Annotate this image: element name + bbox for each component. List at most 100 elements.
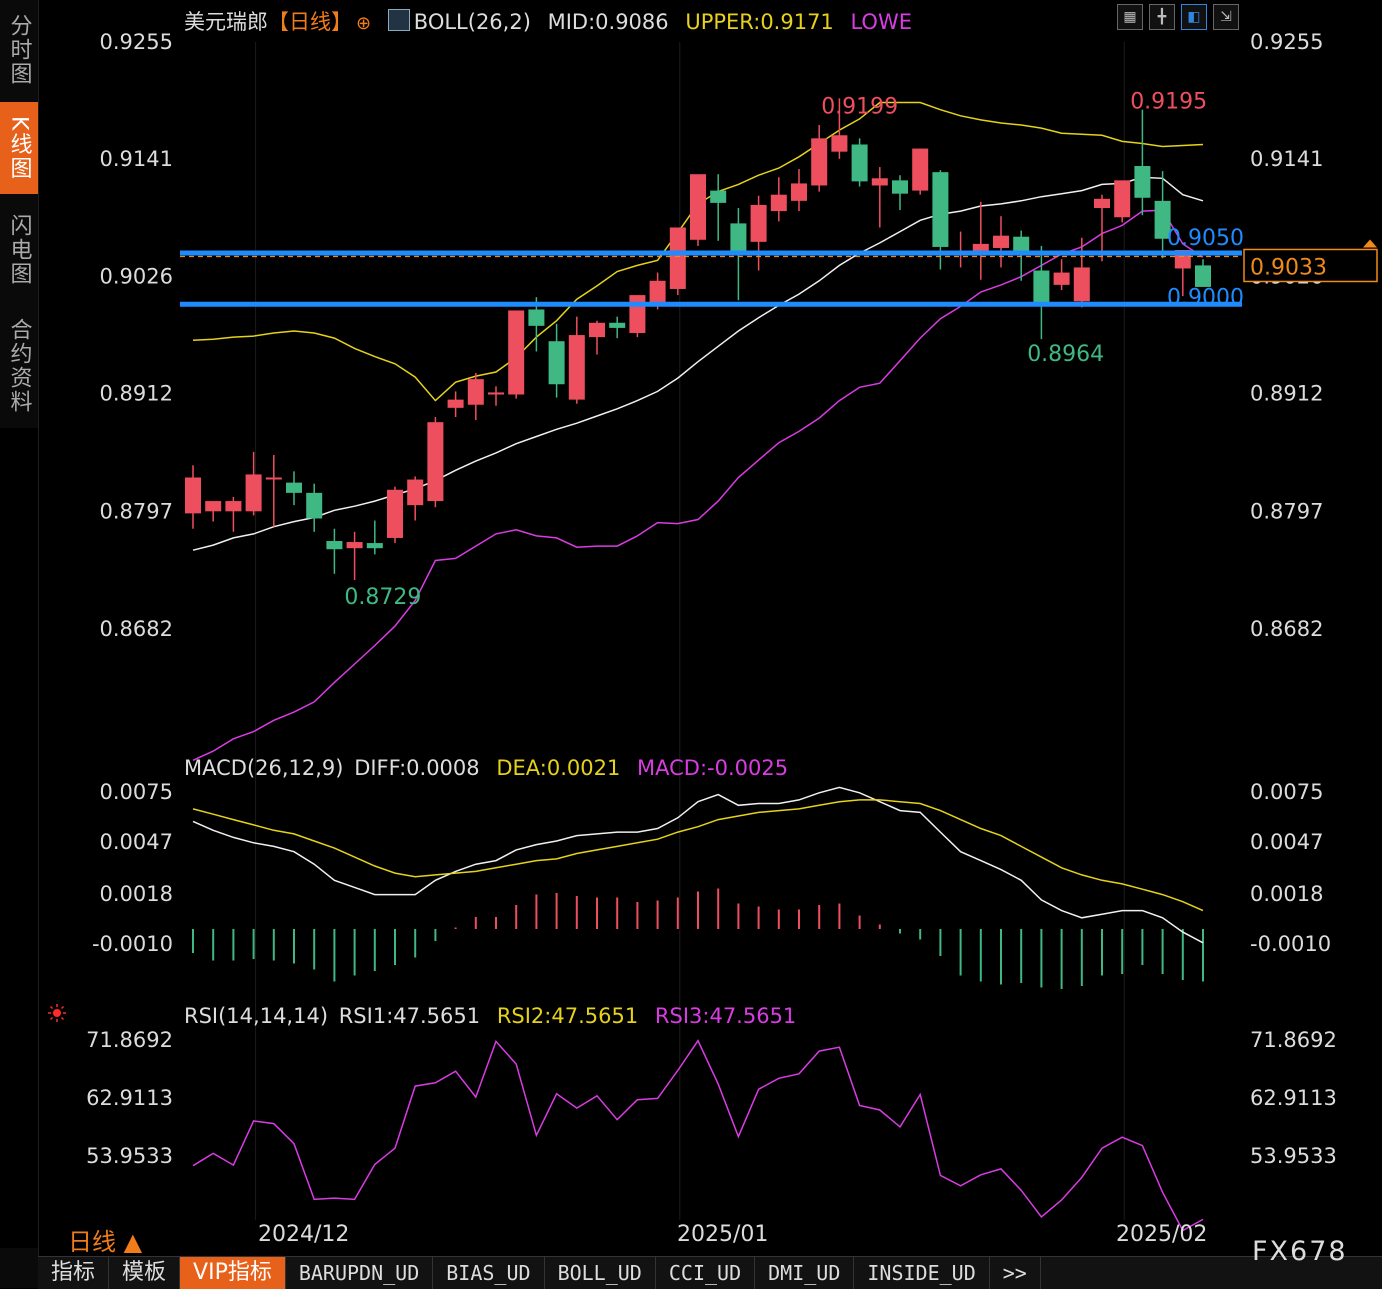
candle-body bbox=[730, 223, 747, 252]
candle-25 bbox=[690, 174, 706, 246]
candle-body bbox=[589, 322, 605, 338]
candle-body bbox=[811, 138, 828, 186]
resistance-line-label: 0.9050 bbox=[1167, 226, 1244, 251]
candle-body bbox=[366, 543, 383, 549]
low-label-1: 0.8729 bbox=[344, 585, 421, 610]
candle-body bbox=[447, 399, 464, 408]
candle-body bbox=[548, 341, 565, 385]
tab-cci[interactable]: CCI_UD bbox=[656, 1257, 756, 1289]
candle-12 bbox=[427, 417, 444, 508]
price-legend: 美元瑞郎【日线】 ⊕ BOLL(26,2) MID:0.9086 UPPER:0.… bbox=[184, 6, 922, 36]
boll-mid: MID:0.9086 bbox=[547, 10, 669, 34]
candle-18 bbox=[548, 323, 565, 398]
price-tick-right-1: 0.9141 bbox=[1250, 147, 1323, 171]
candle-28 bbox=[750, 195, 767, 271]
price-tick-right-3: 0.8912 bbox=[1250, 381, 1323, 405]
candle-body bbox=[831, 135, 848, 152]
candle-body bbox=[488, 392, 504, 395]
x-label-jan: 2025/01 bbox=[677, 1222, 768, 1247]
macd-diff: DIFF:0.0008 bbox=[354, 756, 480, 780]
macd-tick-right-2: 0.0018 bbox=[1250, 882, 1323, 906]
candle-30 bbox=[791, 169, 807, 212]
price-tick-left-1: 0.9141 bbox=[100, 147, 173, 171]
candle-body bbox=[326, 541, 343, 550]
chart-toolbar: ▦ ╋ ◧ ⇲ bbox=[1117, 4, 1239, 30]
candle-14 bbox=[467, 372, 484, 421]
tab-bias[interactable]: BIAS_UD bbox=[433, 1257, 545, 1289]
candle-0 bbox=[185, 465, 201, 529]
candle-body bbox=[346, 542, 363, 549]
tab-templates[interactable]: 模板 bbox=[109, 1257, 181, 1289]
candle-body bbox=[1134, 166, 1151, 198]
boll-indicator-icon[interactable] bbox=[387, 9, 410, 31]
price-tick-left-2: 0.9026 bbox=[100, 265, 173, 289]
candle-7 bbox=[326, 528, 343, 574]
tab-dmi[interactable]: DMI_UD bbox=[755, 1257, 855, 1289]
candle-22 bbox=[629, 295, 646, 338]
candle-38 bbox=[952, 231, 969, 268]
candle-body bbox=[871, 178, 888, 186]
candle-body bbox=[1053, 272, 1070, 285]
tab-barupdn[interactable]: BARUPDN_UD bbox=[286, 1257, 434, 1289]
candle-24 bbox=[669, 227, 686, 296]
candle-body bbox=[528, 309, 545, 326]
candle-body bbox=[306, 492, 323, 519]
rsi3-value: RSI3:47.5651 bbox=[654, 1004, 797, 1028]
candle-body bbox=[1013, 236, 1030, 252]
price-tick-left-0: 0.9255 bbox=[100, 30, 173, 54]
x-label-dec: 2024/12 bbox=[258, 1222, 349, 1247]
grid-icon[interactable]: ▦ bbox=[1117, 4, 1143, 30]
price-tick-left-3: 0.8912 bbox=[100, 381, 173, 405]
price-tick-right-5: 0.8682 bbox=[1250, 617, 1323, 641]
candle-43 bbox=[1053, 259, 1070, 290]
period-tag: 【日线】 bbox=[268, 10, 352, 34]
rsi-line bbox=[192, 1039, 1204, 1232]
x-label-feb: 2025/02 bbox=[1116, 1222, 1207, 1247]
low-label-2: 0.8964 bbox=[1027, 342, 1104, 367]
candle-8 bbox=[346, 531, 363, 580]
macd-name: MACD(26,12,9) bbox=[184, 756, 344, 780]
candle-body bbox=[912, 148, 929, 191]
candle-50 bbox=[1195, 259, 1211, 287]
tab-more[interactable]: >> bbox=[990, 1257, 1041, 1289]
macd-tick-right-1: 0.0047 bbox=[1250, 830, 1323, 854]
candle-body bbox=[1195, 265, 1211, 287]
macd-tick-left-2: 0.0018 bbox=[100, 882, 173, 906]
symbol-name: 美元瑞郎 bbox=[184, 10, 268, 34]
tab-indicators[interactable]: 指标 bbox=[38, 1257, 110, 1289]
candle-body bbox=[629, 295, 646, 334]
candle-5 bbox=[286, 471, 302, 506]
candle-body bbox=[649, 280, 666, 303]
candle-body bbox=[710, 190, 727, 203]
candle-35 bbox=[892, 175, 908, 211]
exit-fullscreen-icon[interactable]: ⇲ bbox=[1213, 4, 1239, 30]
rsi-tick-left-1: 62.9113 bbox=[86, 1086, 173, 1110]
candle-31 bbox=[811, 125, 828, 192]
candle-body bbox=[669, 227, 686, 289]
indicator-tab-bar: 指标 模板 VIP指标 BARUPDN_UD BIAS_UD BOLL_UD C… bbox=[38, 1256, 1382, 1289]
settings-icon[interactable]: ⊕ bbox=[356, 13, 371, 34]
candle-3 bbox=[245, 451, 262, 516]
price-tick-right-4: 0.8797 bbox=[1250, 499, 1323, 523]
candle-body bbox=[750, 204, 767, 242]
last-price-label: 0.9033 bbox=[1250, 255, 1327, 280]
sun-icon[interactable] bbox=[48, 1004, 66, 1022]
chart-mode-icon[interactable]: ◧ bbox=[1181, 4, 1207, 30]
candle-body bbox=[892, 180, 908, 194]
candle-body bbox=[387, 489, 403, 538]
candle-body bbox=[286, 482, 302, 493]
crosshair-icon[interactable]: ╋ bbox=[1149, 4, 1175, 30]
macd-tick-left-0: 0.0075 bbox=[100, 780, 173, 804]
tab-inside[interactable]: INSIDE_UD bbox=[854, 1257, 990, 1289]
candle-body bbox=[932, 172, 949, 247]
candle-body bbox=[1073, 267, 1090, 302]
macd-tick-right-0: 0.0075 bbox=[1250, 780, 1323, 804]
boll-lower: LOWE bbox=[850, 10, 912, 34]
chart-canvas[interactable]: 0.92550.92550.91410.91410.90260.90260.89… bbox=[0, 0, 1382, 1256]
tab-vip-indicators[interactable]: VIP指标 bbox=[180, 1257, 286, 1289]
candle-body bbox=[568, 335, 585, 400]
macd-tick-left-1: 0.0047 bbox=[100, 830, 173, 854]
period-selector[interactable]: 日线 ▲ bbox=[68, 1222, 142, 1257]
rsi2-value: RSI2:47.5651 bbox=[496, 1004, 639, 1028]
tab-boll[interactable]: BOLL_UD bbox=[545, 1257, 656, 1289]
